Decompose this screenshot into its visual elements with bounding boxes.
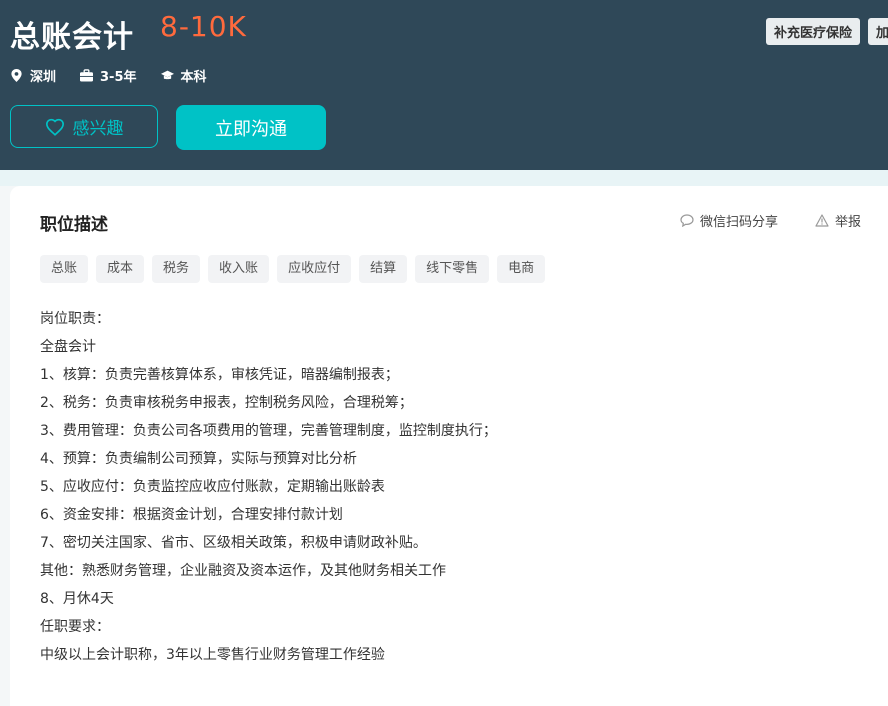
skill-tag: 结算 [359,255,408,283]
skill-tags: 总账 成本 税务 收入账 应收应付 结算 线下零售 电商 [40,255,546,283]
description-line: 3、费用管理：负责公司各项费用的管理，完善管理制度，监控制度执行； [40,423,497,439]
benefit-tag: 补充医疗保险 [766,18,861,45]
interest-button[interactable]: 感兴趣 [10,105,158,148]
briefcase-icon [80,69,94,82]
description-line: 任职要求： [40,619,110,635]
education-text: 本科 [180,70,207,85]
skill-tag: 线下零售 [415,255,490,283]
meta-location: 深圳 [10,66,56,85]
job-description: 岗位职责： 全盘会计 1、核算：负责完善核算体系，审核凭证，暗器编制报表； 2、… [40,305,497,669]
chat-now-label: 立即沟通 [215,118,287,140]
description-line: 2、税务：负责审核税务申报表，控制税务风险，合理税筹； [40,395,413,411]
benefit-tags: 补充医疗保险 加 [766,18,888,45]
experience-text: 3-5年 [100,70,137,85]
job-detail-card: 职位描述 微信扫码分享 举报 总账 成本 税务 收入账 应收应付 结算 线下零售… [10,186,888,706]
description-line: 全盘会计 [40,339,96,355]
chat-now-button[interactable]: 立即沟通 [176,105,326,150]
description-line: 其他：熟悉财务管理，企业融资及资本运作，及其他财务相关工作 [40,563,446,579]
location-pin-icon [11,69,22,82]
interest-label: 感兴趣 [72,119,124,139]
wechat-share-link[interactable]: 微信扫码分享 [680,211,778,230]
graduation-cap-icon [160,70,174,80]
description-line: 岗位职责： [40,311,110,327]
report-label: 举报 [835,215,862,230]
benefit-tag: 加 [868,18,888,45]
skill-tag: 收入账 [208,255,270,283]
job-title: 总账会计 [10,20,134,55]
job-meta: 深圳 3-5年 本科 [10,66,231,85]
meta-experience: 3-5年 [80,66,137,85]
skill-tag: 应收应付 [277,255,352,283]
header-divider [0,170,888,186]
description-line: 4、预算：负责编制公司预算，实际与预算对比分析 [40,451,357,467]
description-line: 中级以上会计职称，3年以上零售行业财务管理工作经验 [40,647,385,663]
description-line: 7、密切关注国家、省市、区级相关政策，积极申请财政补贴。 [40,535,427,551]
description-line: 5、应收应付：负责监控应收应付账款，定期输出账龄表 [40,479,385,495]
skill-tag: 税务 [152,255,201,283]
skill-tag: 电商 [497,255,546,283]
meta-education: 本科 [160,66,207,85]
report-link[interactable]: 举报 [815,211,861,230]
location-text: 深圳 [30,70,57,85]
share-label: 微信扫码分享 [700,215,779,230]
skill-tag: 总账 [40,255,89,283]
salary: 8-10K [160,10,247,43]
section-title: 职位描述 [40,215,108,235]
heart-icon [45,118,64,136]
warning-triangle-icon [815,214,829,227]
description-line: 6、资金安排：根据资金计划，合理安排付款计划 [40,507,343,523]
job-header: 总账会计 8-10K 补充医疗保险 加 深圳 3-5年 本科 感兴趣 立即沟通 [0,0,888,170]
description-line: 8、月休4天 [40,591,114,607]
skill-tag: 成本 [96,255,145,283]
description-line: 1、核算：负责完善核算体系，审核凭证，暗器编制报表； [40,367,399,383]
chat-bubble-icon [680,214,694,227]
